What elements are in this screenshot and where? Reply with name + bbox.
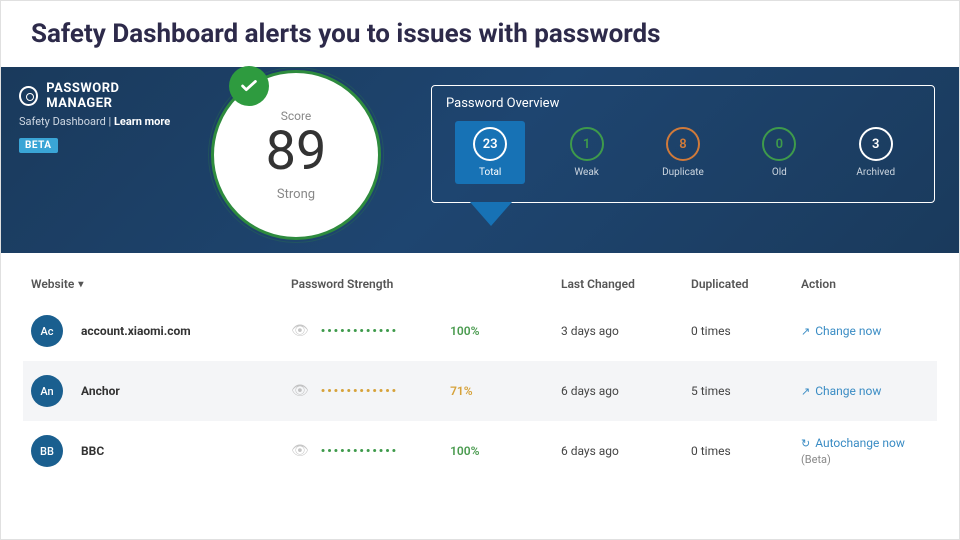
overview-label: Archived xyxy=(856,167,895,178)
eye-icon[interactable]: 👁 xyxy=(291,383,309,399)
external-icon: ↗ xyxy=(801,385,810,398)
last-changed: 6 days ago xyxy=(561,444,691,458)
overview-label: Old xyxy=(772,167,787,178)
avatar: Ac xyxy=(31,315,63,347)
overview-item-old[interactable]: 0 Old xyxy=(744,121,814,184)
overview-count: 0 xyxy=(762,127,796,161)
action-text: Change now xyxy=(815,384,881,398)
overview-pointer-icon xyxy=(470,202,512,226)
table-row[interactable]: BB BBC 👁 •••••••••••• 100% 6 days ago0 times↻… xyxy=(23,421,937,481)
overview-count: 23 xyxy=(473,127,507,161)
col-website[interactable]: Website ▾ xyxy=(31,277,291,291)
duplicated-count: 0 times xyxy=(691,324,801,338)
table-row[interactable]: An Anchor 👁 •••••••••••• 71% 6 days ago5 time… xyxy=(23,361,937,421)
action-link[interactable]: ↗ Change now xyxy=(801,324,929,338)
overview-count: 3 xyxy=(859,127,893,161)
overview-label: Total xyxy=(479,167,501,178)
col-duplicated[interactable]: Duplicated xyxy=(691,277,801,291)
table-row[interactable]: Ac account.xiaomi.com 👁 •••••••••••• 100% 3 d… xyxy=(23,301,937,361)
last-changed: 6 days ago xyxy=(561,384,691,398)
action-text: Autochange now xyxy=(815,436,905,450)
overview-item-archived[interactable]: 3 Archived xyxy=(841,121,911,184)
col-action: Action xyxy=(801,277,929,291)
action-link[interactable]: ↻ Autochange now xyxy=(801,436,929,450)
password-dots: •••••••••••• xyxy=(321,324,398,338)
table-header: Website ▾ Password Strength Last Changed… xyxy=(23,263,937,301)
avatar: An xyxy=(31,375,63,407)
overview-label: Duplicate xyxy=(662,167,704,178)
brand-subtitle-row: Safety Dashboard | Learn more xyxy=(19,115,183,128)
last-changed: 3 days ago xyxy=(561,324,691,338)
hero-panel: PASSWORD MANAGER Safety Dashboard | Lear… xyxy=(1,67,959,253)
overview-item-duplicate[interactable]: 8 Duplicate xyxy=(648,121,718,184)
check-icon xyxy=(229,66,269,106)
overview-panel: Password Overview 23 Total 1 Weak 8 Duplicate… xyxy=(391,67,959,253)
col-last-changed[interactable]: Last Changed xyxy=(561,277,691,291)
brand-subtitle: Safety Dashboard xyxy=(19,115,106,128)
score-value: 89 xyxy=(266,125,327,179)
overview-title: Password Overview xyxy=(446,96,920,111)
overview-label: Weak xyxy=(574,167,599,178)
site-name: Anchor xyxy=(81,384,120,398)
action-text: Change now xyxy=(815,324,881,338)
external-icon: ↗ xyxy=(801,325,810,338)
site-name: account.xiaomi.com xyxy=(81,324,191,338)
strength-percent: 100% xyxy=(450,324,479,338)
strength-percent: 71% xyxy=(450,384,473,398)
overview-item-total[interactable]: 23 Total xyxy=(455,121,525,184)
overview-count: 8 xyxy=(666,127,700,161)
duplicated-count: 5 times xyxy=(691,384,801,398)
action-link[interactable]: ↗ Change now xyxy=(801,384,929,398)
brand-name: PASSWORD MANAGER xyxy=(46,81,183,111)
score-label: Score xyxy=(281,109,312,123)
beta-label: (Beta) xyxy=(801,453,929,466)
password-table: Website ▾ Password Strength Last Changed… xyxy=(1,253,959,491)
chevron-down-icon: ▾ xyxy=(78,279,83,290)
strength-percent: 100% xyxy=(450,444,479,458)
caption-bar: Safety Dashboard alerts you to issues wi… xyxy=(1,1,959,67)
duplicated-count: 0 times xyxy=(691,444,801,458)
brand: PASSWORD MANAGER xyxy=(19,81,183,111)
score-widget: Score 89 Strong xyxy=(211,70,391,250)
overview-item-weak[interactable]: 1 Weak xyxy=(552,121,622,184)
site-name: BBC xyxy=(81,444,104,458)
brand-icon xyxy=(19,86,38,106)
avatar: BB xyxy=(31,435,63,467)
refresh-icon: ↻ xyxy=(801,437,810,450)
beta-badge: BETA xyxy=(19,138,58,153)
learn-more-link[interactable]: Learn more xyxy=(114,115,170,128)
score-word: Strong xyxy=(277,187,315,202)
eye-icon[interactable]: 👁 xyxy=(291,443,309,459)
eye-icon[interactable]: 👁 xyxy=(291,323,309,339)
password-dots: •••••••••••• xyxy=(321,444,398,458)
page-caption: Safety Dashboard alerts you to issues wi… xyxy=(31,19,929,49)
password-dots: •••••••••••• xyxy=(321,384,398,398)
col-strength[interactable]: Password Strength xyxy=(291,277,561,291)
overview-count: 1 xyxy=(570,127,604,161)
